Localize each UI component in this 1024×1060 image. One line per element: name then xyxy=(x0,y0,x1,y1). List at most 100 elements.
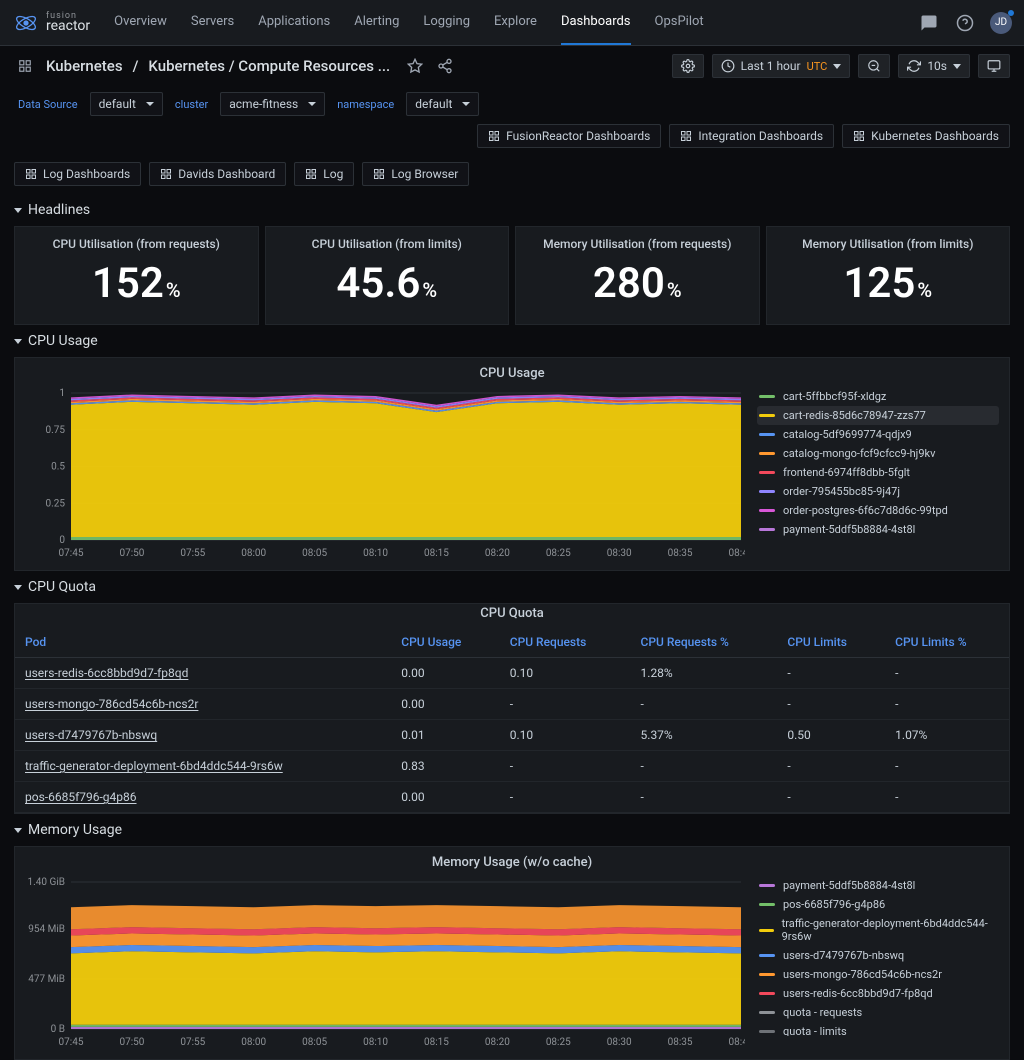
table-header[interactable]: CPU Limits xyxy=(777,627,885,658)
legend-item[interactable]: catalog-mongo-fcf9cfcc9-hj9kv xyxy=(757,444,999,463)
legend-item[interactable]: order-postgres-6f6c7d8d6c-99tpd xyxy=(757,501,999,520)
table-header[interactable]: CPU Usage xyxy=(391,627,499,658)
legend-item[interactable]: pos-6685f796-g4p86 xyxy=(757,895,999,914)
stat-unit: % xyxy=(166,278,181,302)
dashboard-link[interactable]: Log Browser xyxy=(362,162,469,186)
logo[interactable]: fusion reactor xyxy=(12,9,90,37)
table-header[interactable]: CPU Limits % xyxy=(885,627,1009,658)
legend-item[interactable]: frontend-6974ff8dbb-5fglt xyxy=(757,463,999,482)
nav-tab-servers[interactable]: Servers xyxy=(191,0,234,45)
pod-link[interactable]: users-redis-6cc8bbd9d7-fp8qd xyxy=(15,658,391,689)
legend-item[interactable]: traffic-generator-deployment-6bd4ddc544-… xyxy=(757,914,999,946)
breadcrumb-page[interactable]: Kubernetes / Compute Resources ... xyxy=(148,57,390,75)
legend-item[interactable]: users-mongo-786cd54c6b-ncs2r xyxy=(757,965,999,984)
stat-panel[interactable]: Memory Utilisation (from limits)125% xyxy=(766,226,1011,325)
legend-item[interactable]: quota - limits xyxy=(757,1022,999,1036)
chart-title: CPU Usage xyxy=(25,366,999,381)
star-icon[interactable] xyxy=(404,55,426,77)
pod-link[interactable]: users-d7479767b-nbswq xyxy=(15,720,391,751)
table-header[interactable]: CPU Requests xyxy=(500,627,631,658)
variable-bar: Data Source default cluster acme-fitness… xyxy=(0,86,1024,194)
legend-item[interactable]: payment-5ddf5b8884-4st8l xyxy=(757,876,999,895)
section-cpu-quota[interactable]: CPU Quota xyxy=(14,571,1010,603)
time-range-button[interactable]: Last 1 hour UTC xyxy=(712,54,851,78)
nav-tab-explore[interactable]: Explore xyxy=(494,0,537,45)
pod-link[interactable]: users-mongo-786cd54c6b-ncs2r xyxy=(15,689,391,720)
zoom-out-button[interactable] xyxy=(858,54,890,78)
section-memory-usage[interactable]: Memory Usage xyxy=(14,814,1010,846)
messages-icon[interactable] xyxy=(918,12,940,34)
pod-link[interactable]: pos-6685f796-g4p86 xyxy=(15,782,391,813)
section-headlines[interactable]: Headlines xyxy=(14,194,1010,226)
svg-text:0.5: 0.5 xyxy=(51,462,65,473)
legend-item[interactable]: quota - requests xyxy=(757,1003,999,1022)
svg-text:07:50: 07:50 xyxy=(119,548,144,559)
chevron-down-icon xyxy=(14,208,22,213)
nav-tab-alerting[interactable]: Alerting xyxy=(354,0,399,45)
stat-panel[interactable]: CPU Utilisation (from limits)45.6% xyxy=(265,226,510,325)
table-cell: - xyxy=(631,782,778,813)
stat-unit: % xyxy=(917,278,932,302)
table-row: users-redis-6cc8bbd9d7-fp8qd0.000.101.28… xyxy=(15,658,1009,689)
var-select-namespace[interactable]: default xyxy=(406,92,479,116)
dashboard-link[interactable]: Integration Dashboards xyxy=(669,124,834,148)
legend-item[interactable]: cart-redis-85d6c78947-zzs77 xyxy=(757,406,999,425)
nav-tab-logging[interactable]: Logging xyxy=(423,0,470,45)
table-header[interactable]: Pod xyxy=(15,627,391,658)
svg-text:08:20: 08:20 xyxy=(485,1037,510,1048)
table-cell: - xyxy=(631,751,778,782)
dashboard-link[interactable]: Kubernetes Dashboards xyxy=(842,124,1010,148)
stat-panel[interactable]: Memory Utilisation (from requests)280% xyxy=(515,226,760,325)
legend-item[interactable]: cart-5ffbbcf95f-xldgz xyxy=(757,387,999,406)
var-label-namespace: namespace xyxy=(333,98,398,111)
svg-text:1.40 GiB: 1.40 GiB xyxy=(28,877,65,888)
legend-item[interactable]: users-redis-6cc8bbd9d7-fp8qd xyxy=(757,984,999,1003)
legend-item[interactable]: catalog-5df9699774-qdjx9 xyxy=(757,425,999,444)
nav-tab-applications[interactable]: Applications xyxy=(258,0,330,45)
table-cell: - xyxy=(500,689,631,720)
table-cell: - xyxy=(777,782,885,813)
table-cell: 0.00 xyxy=(391,689,499,720)
cpu-usage-chart[interactable]: 00.250.50.75107:4507:5007:5508:0008:0508… xyxy=(25,387,745,562)
svg-text:08:25: 08:25 xyxy=(546,1037,571,1048)
svg-text:08:30: 08:30 xyxy=(607,548,632,559)
svg-text:0: 0 xyxy=(59,535,65,546)
legend-item[interactable]: order-795455bc85-9j47j xyxy=(757,482,999,501)
legend-item[interactable]: payment-5ddf5b8884-4st8l xyxy=(757,520,999,539)
pod-link[interactable]: traffic-generator-deployment-6bd4ddc544-… xyxy=(15,751,391,782)
stat-panel[interactable]: CPU Utilisation (from requests)152% xyxy=(14,226,259,325)
nav-tabs: Overview Servers Applications Alerting Loggi… xyxy=(114,0,704,45)
svg-text:0.75: 0.75 xyxy=(46,425,66,436)
stat-title: Memory Utilisation (from requests) xyxy=(516,237,759,251)
table-cell: 1.07% xyxy=(885,720,1009,751)
settings-button[interactable] xyxy=(672,54,704,78)
var-label-datasource: Data Source xyxy=(14,98,82,111)
dashboard-link[interactable]: Davids Dashboard xyxy=(149,162,286,186)
nav-tab-dashboards[interactable]: Dashboards xyxy=(561,0,631,45)
monitor-icon[interactable] xyxy=(978,54,1010,78)
legend-item[interactable]: users-d7479767b-nbswq xyxy=(757,946,999,965)
breadcrumb-root[interactable]: Kubernetes xyxy=(46,57,123,75)
svg-text:477 MiB: 477 MiB xyxy=(28,974,65,985)
table-cell: 5.37% xyxy=(631,720,778,751)
dashboard-link[interactable]: Log xyxy=(294,162,354,186)
dashboards-icon[interactable] xyxy=(14,55,36,77)
svg-text:08:00: 08:00 xyxy=(241,548,266,559)
section-cpu-usage[interactable]: CPU Usage xyxy=(14,325,1010,357)
memory-usage-chart[interactable]: 0 B477 MiB954 MiB1.40 GiB07:4507:5007:55… xyxy=(25,876,745,1051)
chevron-down-icon xyxy=(14,828,22,833)
nav-tab-opspilot[interactable]: OpsPilot xyxy=(655,0,704,45)
refresh-button[interactable]: 10s xyxy=(898,54,970,78)
help-icon[interactable] xyxy=(954,12,976,34)
user-avatar[interactable]: JD xyxy=(990,12,1012,34)
dashboard-link[interactable]: Log Dashboards xyxy=(14,162,141,186)
share-icon[interactable] xyxy=(434,55,456,77)
var-select-datasource[interactable]: default xyxy=(90,92,163,116)
var-select-cluster[interactable]: acme-fitness xyxy=(220,92,325,116)
table-header[interactable]: CPU Requests % xyxy=(631,627,778,658)
table-cell: 0.50 xyxy=(777,720,885,751)
nav-tab-overview[interactable]: Overview xyxy=(114,0,167,45)
dashboard-link[interactable]: FusionReactor Dashboards xyxy=(477,124,661,148)
table-cell: - xyxy=(885,658,1009,689)
svg-text:08:20: 08:20 xyxy=(485,548,510,559)
